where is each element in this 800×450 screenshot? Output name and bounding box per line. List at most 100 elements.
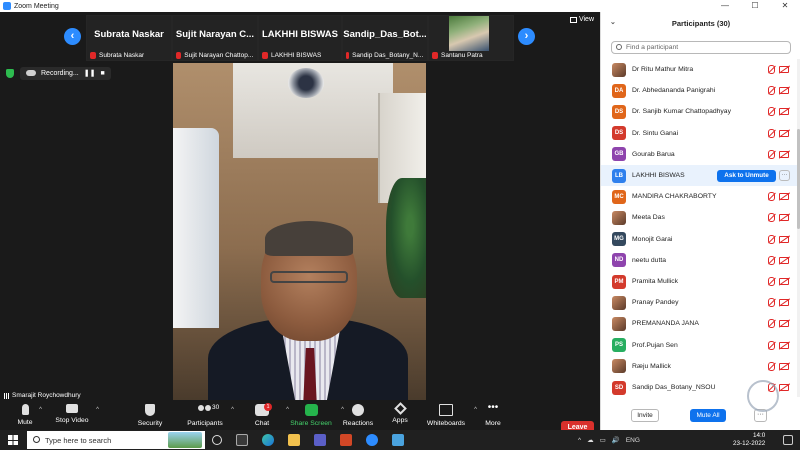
participant-row[interactable]: Ræju Mallick (601, 356, 797, 377)
participant-search-input[interactable]: Find a participant (611, 41, 791, 54)
thumbnail-tile[interactable]: Sandip_Das_Bot... Sandip Das_Botany_N... (342, 15, 428, 61)
participants-button[interactable]: Participants ^ (180, 404, 234, 427)
avatar (612, 210, 626, 225)
zoom-taskbar-icon[interactable] (366, 434, 378, 446)
thumbnail-tile[interactable]: LAKHHI BISWAS LAKHHI BISWAS (258, 15, 342, 61)
avatar (612, 62, 626, 77)
pause-recording-button[interactable]: ❚❚ (84, 69, 96, 77)
window-title: Zoom Meeting (14, 2, 59, 10)
thumbnail-tile[interactable]: Subrata Naskar Subrata Naskar (86, 15, 172, 61)
chat-unread-badge: 1 (264, 403, 272, 411)
mute-all-button[interactable]: Mute All (690, 409, 726, 422)
participant-row[interactable]: MC MANDIRA CHAKRABORTY (601, 186, 797, 207)
thumbnail-tile[interactable]: Santanu Patra (428, 15, 514, 61)
participants-options-caret[interactable]: ^ (231, 407, 234, 413)
share-screen-label: Share Screen (290, 420, 332, 427)
video-off-icon (779, 150, 789, 158)
video-off-icon (779, 235, 789, 243)
participant-row[interactable]: DA Dr. Abhedananda Panigrahi (601, 80, 797, 101)
participant-name: neetu dutta (632, 256, 667, 264)
muted-mic-icon (768, 255, 775, 265)
task-view-icon[interactable] (212, 435, 222, 445)
participant-search-placeholder: Find a participant (626, 44, 679, 51)
participant-row[interactable]: GB Gourab Barua (601, 144, 797, 165)
stop-recording-button[interactable]: ■ (100, 70, 104, 77)
video-off-icon (779, 341, 789, 349)
participant-row[interactable]: PS Prof.Pujan Sen (601, 335, 797, 356)
chevron-right-icon: › (524, 30, 529, 42)
taskbar-search-placeholder: Type here to search (45, 435, 112, 445)
muted-mic-icon (768, 319, 775, 329)
teams-icon[interactable] (314, 434, 326, 446)
thumbnail-tile[interactable]: Sujit Narayan C... Sujit Narayan Chattop… (172, 15, 258, 61)
mute-options-caret[interactable]: ^ (39, 407, 42, 413)
participant-name: Pranay Pandey (632, 299, 679, 307)
share-screen-icon (304, 404, 318, 416)
participant-name: LAKHHI BISWAS (632, 172, 685, 179)
more-button[interactable]: ••• More (468, 402, 518, 428)
volume-icon[interactable]: 🔊 (612, 436, 620, 444)
notification-center-icon[interactable] (783, 435, 793, 445)
participant-row[interactable]: Meeta Das (601, 207, 797, 228)
stop-video-button[interactable]: Stop Video ^ (47, 404, 99, 424)
participants-panel: ⌄ Participants (30) Find a participant D… (600, 12, 800, 430)
mute-label: Mute (17, 419, 33, 426)
more-dots-icon: ••• (487, 402, 499, 413)
video-off-icon (779, 320, 789, 328)
task-manager-icon[interactable] (236, 434, 248, 446)
ask-to-unmute-button[interactable]: Ask to Unmute (717, 169, 776, 182)
participant-row[interactable]: Pranay Pandey (601, 292, 797, 313)
stop-video-label: Stop Video (55, 417, 89, 424)
muted-mic-icon (346, 52, 350, 59)
maximize-button[interactable]: ☐ (740, 0, 770, 12)
participant-row[interactable]: Dr Ritu Mathur Mitra (601, 59, 797, 80)
participant-name: Dr. Sanjib Kumar Chattopadhyay (632, 108, 731, 116)
recording-label: Recording... (41, 69, 79, 77)
microphone-icon (21, 404, 29, 415)
close-button[interactable]: ✕ (770, 0, 800, 12)
avatar (612, 359, 626, 374)
muted-mic-icon (768, 298, 775, 308)
muted-mic-icon (262, 52, 268, 59)
thumbnail-small-name: Sujit Narayan Chattop... (176, 52, 253, 59)
share-screen-button[interactable]: Share Screen ^ (286, 404, 344, 427)
participant-row[interactable]: ND neetu dutta (601, 250, 797, 271)
taskbar-clock[interactable]: 14:0 23-12-2022 (733, 432, 765, 448)
video-options-caret[interactable]: ^ (96, 407, 99, 413)
next-page-button[interactable]: › (518, 28, 535, 45)
participant-more-button[interactable]: ··· (779, 170, 790, 181)
file-explorer-icon[interactable] (288, 434, 300, 446)
thumbnail-big-name: LAKHHI BISWAS (262, 29, 338, 40)
chat-button[interactable]: Chat ^ (237, 404, 289, 427)
participant-row[interactable]: DS Dr. Sanjib Kumar Chattopadhyay (601, 101, 797, 122)
participant-row[interactable]: PREMANANDA JANA (601, 313, 797, 334)
invite-button[interactable]: Invite (631, 409, 659, 422)
app-taskbar-icon[interactable] (392, 434, 404, 446)
participant-row[interactable]: LB LAKHHI BISWAS Ask to Unmute ··· (601, 165, 797, 186)
prev-page-button[interactable]: ‹ (64, 28, 81, 45)
language-indicator[interactable]: ENG (626, 437, 640, 444)
edge-browser-icon[interactable] (262, 434, 274, 446)
muted-mic-icon (768, 86, 775, 96)
security-button[interactable]: Security (125, 404, 175, 427)
powerpoint-icon[interactable] (340, 434, 352, 446)
tray-overflow-icon[interactable]: ^ (578, 437, 581, 444)
collapse-panel-chevron-icon[interactable]: ⌄ (610, 18, 616, 26)
muted-mic-icon (768, 277, 775, 286)
participant-row[interactable]: MG Monojit Garai (601, 229, 797, 250)
battery-icon[interactable]: ▭ (600, 436, 606, 444)
windows-start-icon[interactable] (8, 435, 18, 445)
participant-row[interactable]: PM Pramita Mullick (601, 271, 797, 292)
participant-list: Dr Ritu Mathur Mitra DA Dr. Abhedananda Pa… (601, 59, 797, 397)
video-off-icon (779, 129, 789, 137)
participant-name: Monojit Garai (632, 235, 673, 243)
participant-row[interactable]: DS Dr. Sintu Ganai (601, 123, 797, 144)
apps-button[interactable]: Apps (375, 402, 425, 424)
video-off-icon (779, 299, 789, 307)
view-button[interactable]: View (569, 16, 594, 23)
onedrive-icon[interactable]: ☁ (587, 436, 594, 444)
minimize-button[interactable]: — (710, 0, 740, 12)
mute-button[interactable]: Mute ^ (0, 404, 50, 426)
taskbar-search-box[interactable]: Type here to search (27, 431, 205, 449)
whiteboards-button[interactable]: Whiteboards ^ (421, 404, 477, 427)
